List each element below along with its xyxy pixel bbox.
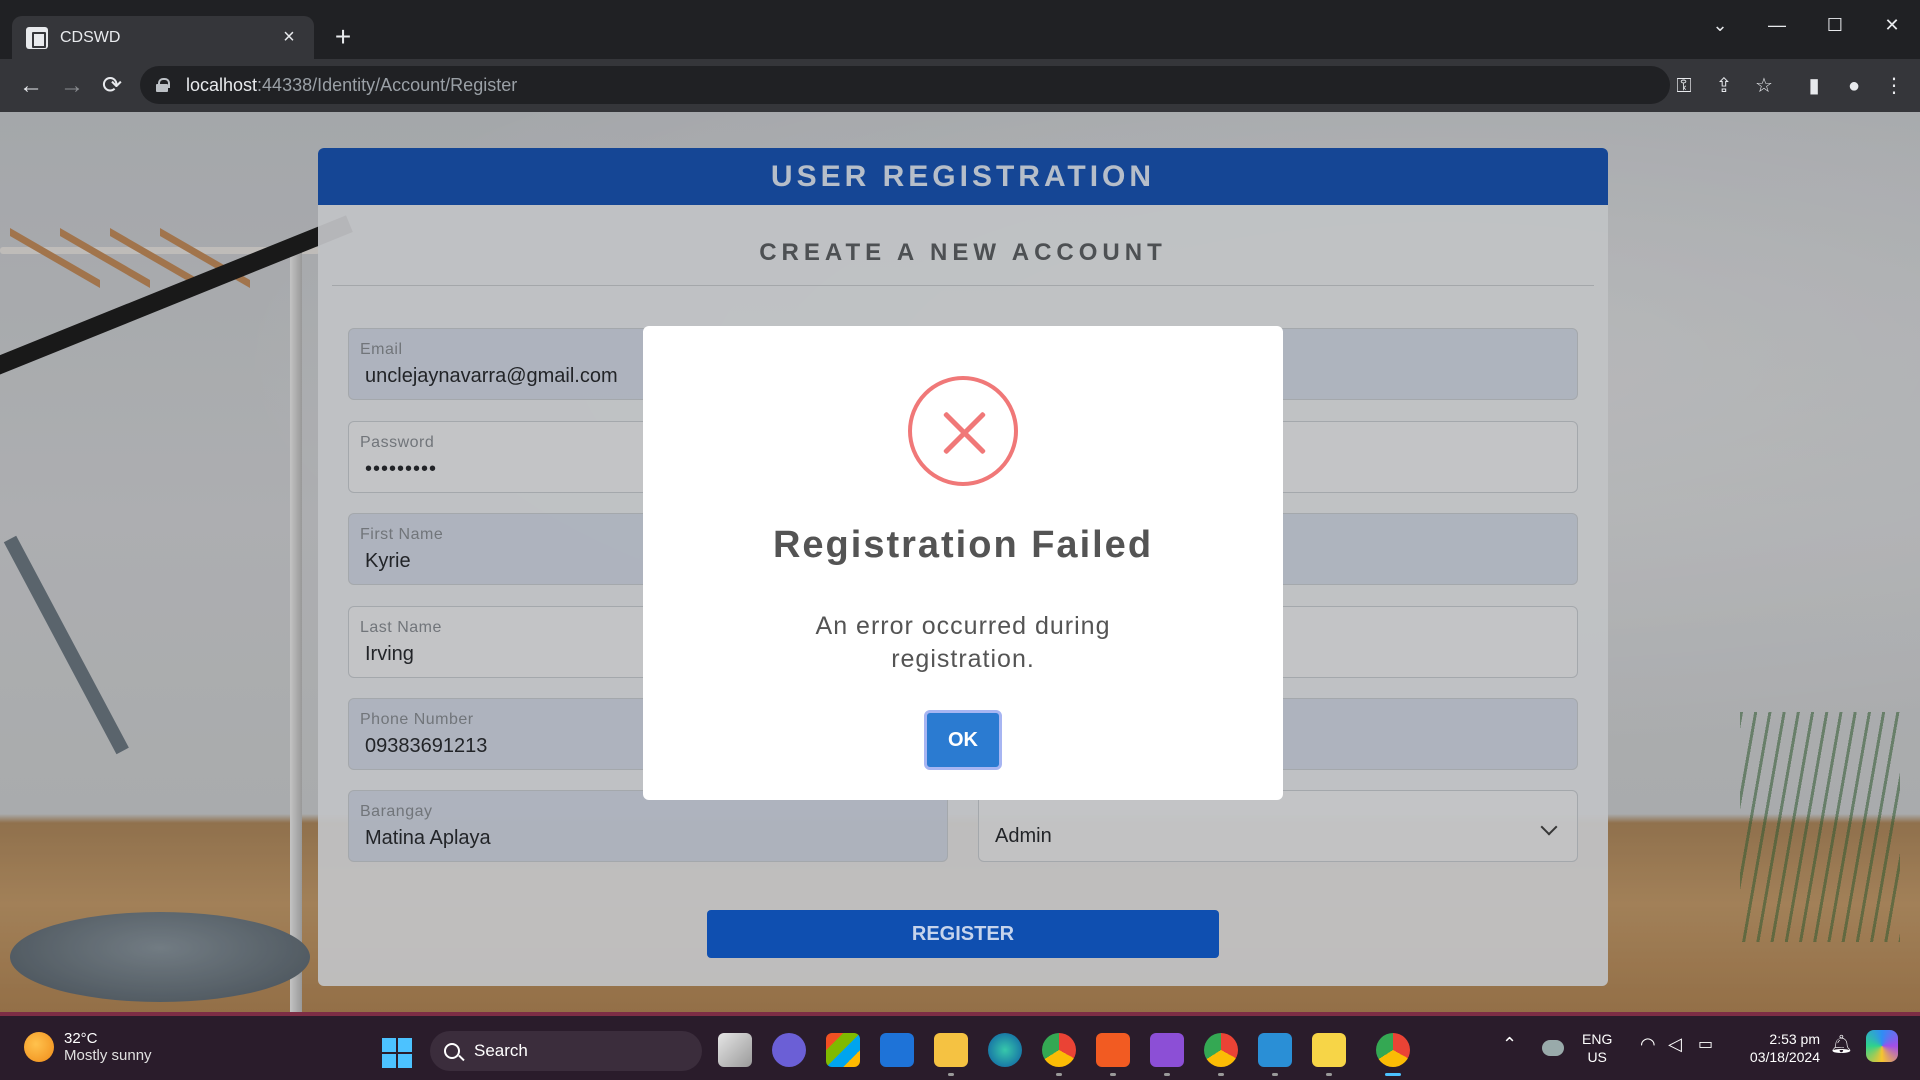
edge-icon[interactable] [988, 1033, 1022, 1067]
reload-icon[interactable]: ⟳ [95, 69, 129, 103]
window-close-icon[interactable]: ✕ [1872, 10, 1912, 40]
search-label: Search [474, 1041, 528, 1060]
dialog-title: Registration Failed [772, 524, 1154, 566]
clock-date: 03/18/2024 [1749, 1049, 1820, 1065]
browser-tabstrip: CDSWD × + ⌄ — ☐ ✕ [0, 0, 1920, 59]
error-x-icon [908, 376, 1018, 486]
notification-bell-icon[interactable]: 🔔︎ [1830, 1034, 1853, 1055]
url-host: localhost [186, 74, 258, 95]
ok-button[interactable]: OK [924, 710, 1002, 770]
onedrive-error-icon[interactable] [1542, 1040, 1564, 1056]
browser-menu-icon[interactable]: ⋮ [1879, 71, 1909, 101]
file-explorer-icon[interactable] [934, 1033, 968, 1076]
notepad-icon[interactable] [1258, 1033, 1292, 1076]
browser-toolbar: ← → ⟳ localhost :44338/Identity/Account/… [0, 59, 1920, 112]
clock[interactable]: 2:53 pm 03/18/2024 [1736, 1030, 1820, 1066]
share-icon[interactable]: ⇪ [1709, 71, 1739, 101]
tab-title: CDSWD [60, 28, 121, 46]
language-indicator[interactable]: ENG US [1582, 1030, 1612, 1066]
side-panel-icon[interactable]: ▮ [1799, 71, 1829, 101]
search-icon [444, 1043, 460, 1059]
task-view-icon[interactable] [718, 1033, 752, 1067]
taskbar: 32°C Mostly sunny Search ⌃ ENG US ◠ ◁ ▭ … [0, 1012, 1920, 1080]
chat-icon[interactable] [772, 1033, 806, 1067]
minimize-icon[interactable]: — [1757, 10, 1797, 40]
forward-icon[interactable]: → [55, 69, 89, 103]
taskbar-search[interactable]: Search [430, 1031, 702, 1071]
microsoft-store-icon[interactable] [826, 1033, 860, 1067]
new-tab-button[interactable]: + [328, 20, 358, 54]
chrome-icon[interactable] [1376, 1033, 1410, 1076]
brave-icon[interactable] [1096, 1033, 1130, 1076]
bookmark-star-icon[interactable]: ☆ [1749, 71, 1779, 101]
lock-icon[interactable] [156, 78, 170, 92]
page-viewport: USER REGISTRATION CREATE A NEW ACCOUNT E… [0, 112, 1920, 1012]
browser-tab[interactable]: CDSWD × [12, 16, 314, 59]
profile-icon[interactable]: ● [1839, 71, 1869, 101]
visual-studio-icon[interactable] [1150, 1033, 1184, 1076]
back-icon[interactable]: ← [14, 69, 48, 103]
region-code: US [1587, 1049, 1607, 1065]
dialog-message: An error occurred during registration. [815, 612, 1111, 673]
register-button[interactable]: REGISTER [707, 910, 1219, 958]
windows-start-icon[interactable] [382, 1038, 412, 1068]
page-favicon-icon [26, 26, 48, 49]
weather-condition: Mostly sunny [64, 1047, 152, 1064]
volume-icon[interactable]: ◁ [1668, 1034, 1682, 1055]
chrome-profile-icon[interactable] [1042, 1033, 1076, 1076]
weather-widget[interactable]: 32°C Mostly sunny [24, 1030, 152, 1064]
battery-icon[interactable]: ▭ [1698, 1034, 1713, 1054]
tab-search-icon[interactable]: ⌄ [1700, 10, 1740, 40]
error-dialog: Registration Failed An error occurred du… [643, 326, 1283, 800]
widgets-icon[interactable] [880, 1033, 914, 1067]
key-icon[interactable]: ⚿ [1669, 71, 1699, 101]
language-code: ENG [1582, 1031, 1613, 1047]
url-path: :44338/Identity/Account/Register [257, 74, 518, 95]
sticky-notes-icon[interactable] [1312, 1033, 1346, 1076]
copilot-icon[interactable] [1866, 1030, 1898, 1062]
weather-temperature: 32°C [64, 1030, 98, 1047]
partly-sunny-icon [24, 1032, 54, 1062]
clock-time: 2:53 pm [1769, 1031, 1820, 1047]
chrome-profile-icon[interactable] [1204, 1033, 1238, 1076]
maximize-icon[interactable]: ☐ [1815, 10, 1855, 40]
tab-close-icon[interactable]: × [278, 26, 300, 49]
address-bar[interactable]: localhost :44338/Identity/Account/Regist… [140, 66, 1670, 104]
chevron-up-icon[interactable]: ⌃ [1502, 1034, 1517, 1055]
wifi-icon[interactable]: ◠ [1640, 1034, 1656, 1055]
